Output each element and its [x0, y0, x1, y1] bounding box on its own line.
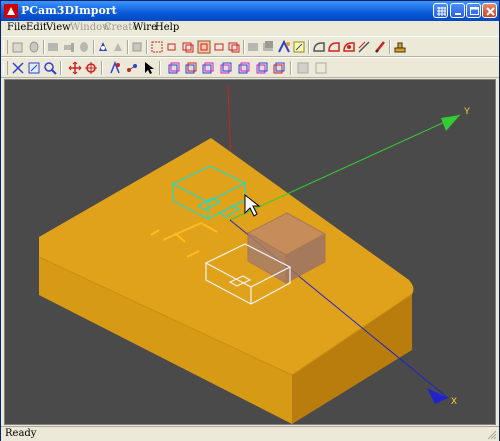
measure-icon[interactable]: [292, 40, 306, 54]
export-icon[interactable]: [393, 40, 407, 54]
tile-windows-button[interactable]: [433, 3, 448, 18]
grid-icon[interactable]: [261, 40, 275, 54]
orbit-icon[interactable]: [125, 61, 139, 75]
view-iso-icon[interactable]: [272, 61, 286, 75]
y-axis-label: Y: [464, 106, 470, 116]
view-bottom-icon[interactable]: [255, 61, 269, 75]
view-back-icon[interactable]: [237, 61, 251, 75]
center-icon[interactable]: [84, 61, 98, 75]
snap-icon[interactable]: [277, 40, 291, 54]
pen-icon[interactable]: [373, 40, 387, 54]
select-region-icon[interactable]: [227, 40, 241, 54]
resize-grip-icon[interactable]: [486, 429, 497, 440]
app-window: PCam3DImport File Edit View Window Creat…: [0, 0, 500, 441]
close-icon: [486, 7, 495, 16]
delete-icon[interactable]: [150, 40, 164, 54]
status-bar: Ready: [1, 426, 499, 441]
shade-icon[interactable]: [296, 61, 310, 75]
menu-help[interactable]: Help: [155, 22, 179, 33]
status-text: Ready: [5, 428, 37, 439]
app-icon: [4, 4, 18, 18]
toolbar-separator: [93, 40, 95, 54]
select-vertex-icon[interactable]: [197, 40, 211, 54]
toolbar-separator: [159, 61, 161, 75]
toolbar-grip[interactable]: [3, 40, 8, 54]
select-edge-icon[interactable]: [181, 40, 195, 54]
dimension-icon[interactable]: [312, 40, 326, 54]
toolbar-separator: [308, 40, 310, 54]
toolbar-separator: [146, 40, 148, 54]
view-toolbar: [1, 57, 499, 78]
maximize-icon: [470, 7, 479, 15]
pointer-icon[interactable]: [142, 61, 156, 75]
chamfer-icon[interactable]: [327, 40, 341, 54]
copy-icon[interactable]: [77, 40, 91, 54]
view-top-icon[interactable]: [167, 61, 181, 75]
y-axis-line: [229, 114, 461, 221]
print-icon[interactable]: [46, 40, 60, 54]
view-front-icon[interactable]: [184, 61, 198, 75]
toolbar-separator: [60, 61, 62, 75]
zoom-window-icon[interactable]: [27, 61, 41, 75]
fillet-icon[interactable]: [342, 40, 356, 54]
toolbar-separator: [389, 40, 391, 54]
undo-icon[interactable]: [111, 40, 125, 54]
pan-icon[interactable]: [68, 61, 82, 75]
x-axis-label: X: [451, 396, 457, 406]
cut-icon[interactable]: [62, 40, 76, 54]
save-icon[interactable]: [27, 40, 41, 54]
title-bar[interactable]: PCam3DImport: [1, 1, 499, 21]
minimize-icon: [455, 13, 461, 15]
grid-icon: [437, 7, 446, 16]
select-solid-icon[interactable]: [212, 40, 226, 54]
main-toolbar: [1, 36, 499, 57]
menu-bar: File Edit View Window Create Wire Help: [1, 21, 499, 36]
toolbar-separator: [243, 40, 245, 54]
maximize-button[interactable]: [466, 3, 481, 18]
menu-view[interactable]: View: [46, 22, 71, 33]
zoom-extents-icon[interactable]: [11, 61, 25, 75]
menu-wire[interactable]: Wire: [133, 22, 157, 33]
view-left-icon[interactable]: [201, 61, 215, 75]
toolbar-separator: [290, 61, 292, 75]
toolbar-grip[interactable]: [3, 61, 8, 75]
minimize-button[interactable]: [450, 3, 465, 18]
3d-scene: Y X: [38, 84, 470, 424]
paste-icon[interactable]: [96, 40, 110, 54]
window-title: PCam3DImport: [21, 4, 117, 17]
select-loop-icon[interactable]: [246, 40, 260, 54]
menu-edit[interactable]: Edit: [26, 22, 47, 33]
toolbar-separator: [43, 40, 45, 54]
offset-icon[interactable]: [357, 40, 371, 54]
redo-icon[interactable]: [130, 40, 144, 54]
y-axis-arrow-icon: [441, 115, 460, 131]
wireframe-icon[interactable]: [314, 61, 328, 75]
menu-file[interactable]: File: [7, 22, 26, 33]
toolbar-separator: [101, 61, 103, 75]
open-icon[interactable]: [11, 40, 25, 54]
select-face-icon[interactable]: [165, 40, 179, 54]
toolbar-separator: [127, 40, 129, 54]
close-button[interactable]: [482, 3, 497, 18]
3d-viewport[interactable]: Y X: [4, 79, 496, 425]
view-right-icon[interactable]: [219, 61, 233, 75]
zoom-dynamic-icon[interactable]: [43, 61, 57, 75]
rotate-icon[interactable]: [108, 61, 122, 75]
